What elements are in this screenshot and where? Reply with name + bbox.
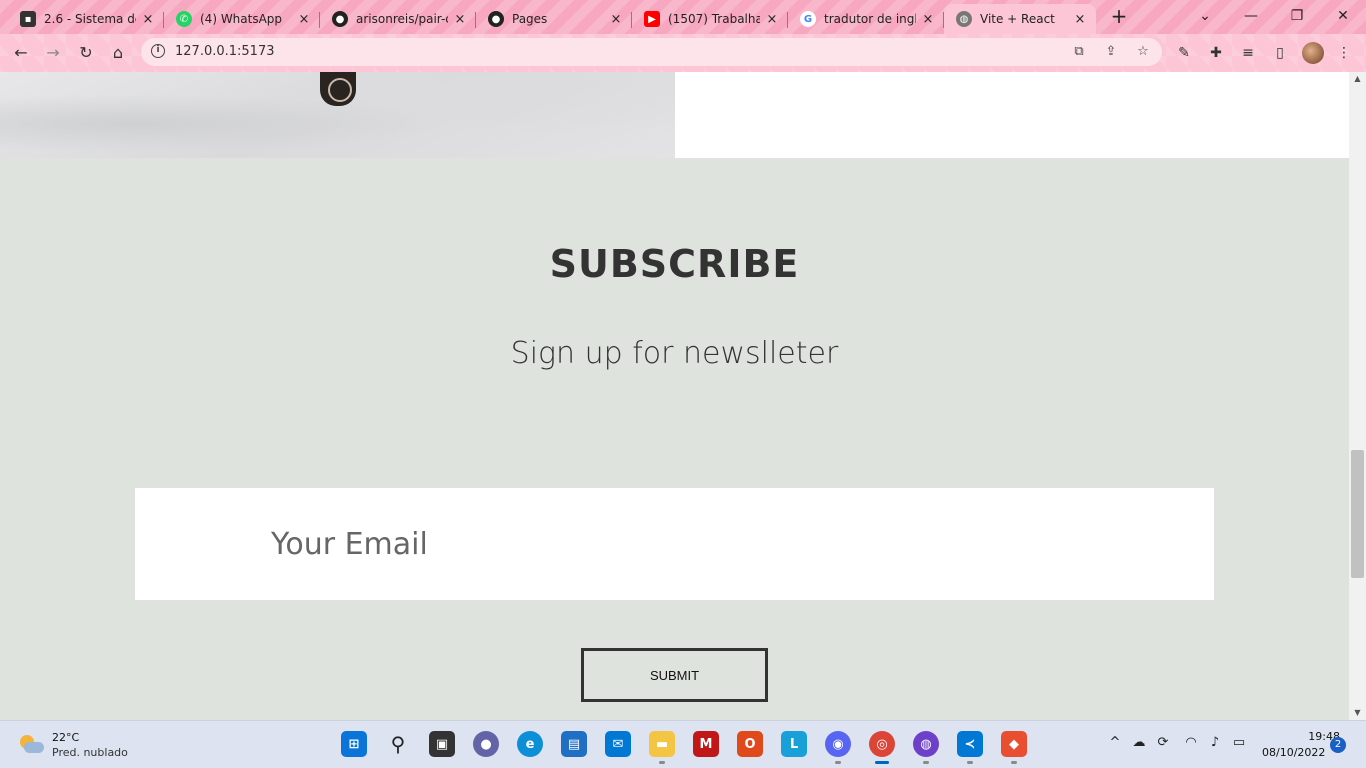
close-window-icon[interactable]: ✕ bbox=[1320, 4, 1366, 28]
sync-icon[interactable]: ⟳ bbox=[1154, 735, 1172, 750]
weather-description[interactable]: Pred. nublado bbox=[52, 746, 128, 759]
profile-avatar[interactable] bbox=[1302, 42, 1324, 64]
close-icon[interactable]: × bbox=[140, 12, 156, 27]
menu-kebab-icon[interactable]: ⋮ bbox=[1334, 43, 1354, 63]
forward-icon[interactable]: → bbox=[41, 41, 65, 65]
store-icon[interactable]: ▤ bbox=[561, 731, 587, 757]
tab-title: (4) WhatsApp bbox=[200, 12, 283, 26]
weather-icon[interactable] bbox=[18, 733, 44, 755]
browser-tab-strip: ▪ 2.6 - Sistema de C × ✆ (4) WhatsApp × … bbox=[0, 0, 1366, 34]
mcafee-icon[interactable]: M bbox=[693, 731, 719, 757]
globe-icon: ◍ bbox=[956, 11, 972, 27]
hero-text-panel bbox=[675, 72, 1349, 158]
url-text[interactable]: 127.0.0.1:5173 bbox=[175, 44, 275, 59]
subscribe-description: Sign up for newslleter bbox=[510, 336, 839, 371]
submit-button[interactable]: SUBMIT bbox=[581, 648, 768, 702]
tab-whatsapp[interactable]: ✆ (4) WhatsApp × bbox=[164, 4, 320, 34]
tab-title: arisonreis/pair-ca bbox=[356, 12, 448, 26]
close-icon[interactable]: × bbox=[920, 12, 936, 27]
google-icon: G bbox=[800, 11, 816, 27]
l-app-icon[interactable]: L bbox=[781, 731, 807, 757]
chat-icon[interactable]: ● bbox=[473, 731, 499, 757]
translate-icon[interactable]: ⧉ bbox=[1070, 44, 1088, 60]
github-icon: ● bbox=[488, 11, 504, 27]
tab-search-icon[interactable]: ⌄ bbox=[1182, 4, 1228, 28]
tab-sistema[interactable]: ▪ 2.6 - Sistema de C × bbox=[8, 4, 164, 34]
back-icon[interactable]: ← bbox=[9, 41, 33, 65]
chrome-icon[interactable]: ◎ bbox=[869, 731, 895, 764]
tab-title: Pages bbox=[512, 12, 548, 26]
tab-vite-react[interactable]: ◍ Vite + React × bbox=[944, 4, 1096, 34]
weather-temperature[interactable]: 22°C bbox=[52, 731, 79, 744]
tab-github-repo[interactable]: ● arisonreis/pair-ca × bbox=[320, 4, 476, 34]
youtube-icon: ▶ bbox=[644, 11, 660, 27]
close-icon[interactable]: × bbox=[296, 12, 312, 27]
tab-title: Vite + React bbox=[980, 12, 1055, 26]
side-panel-icon[interactable]: ▯ bbox=[1270, 43, 1290, 63]
email-input[interactable] bbox=[135, 488, 1214, 600]
discord-icon[interactable]: ◉ bbox=[825, 731, 851, 764]
share-icon[interactable]: ⇪ bbox=[1102, 44, 1120, 60]
jewelry-charm-image bbox=[320, 72, 356, 106]
battery-icon[interactable]: ▭ bbox=[1230, 735, 1248, 750]
subscribe-title: SUBSCRIBE bbox=[549, 242, 800, 286]
scrollbar-thumb[interactable] bbox=[1351, 450, 1364, 578]
media-control-icon[interactable]: ≡ bbox=[1238, 43, 1258, 63]
edge-icon[interactable]: e bbox=[517, 731, 543, 757]
windows-start-icon[interactable]: ⊞ bbox=[341, 731, 367, 757]
home-icon[interactable]: ⌂ bbox=[106, 41, 130, 65]
github-icon: ● bbox=[332, 11, 348, 27]
notification-badge[interactable]: 2 bbox=[1330, 737, 1346, 753]
github-desktop-icon[interactable]: ◍ bbox=[913, 731, 939, 764]
close-icon[interactable]: × bbox=[608, 12, 624, 27]
volume-icon[interactable]: ♪ bbox=[1206, 735, 1224, 750]
site-info-icon[interactable]: i bbox=[151, 44, 165, 58]
onedrive-icon[interactable]: ☁ bbox=[1130, 735, 1148, 750]
classroom-icon: ▪ bbox=[20, 11, 36, 27]
tab-youtube[interactable]: ▶ (1507) Trabalhan × bbox=[632, 4, 788, 34]
close-icon[interactable]: × bbox=[452, 12, 468, 27]
clock-date[interactable]: 08/10/2022 bbox=[1262, 746, 1325, 759]
extensions-icon[interactable]: ✚ bbox=[1206, 43, 1226, 63]
folder-icon[interactable]: ▬ bbox=[649, 731, 675, 764]
bookmark-star-icon[interactable]: ☆ bbox=[1134, 44, 1152, 60]
wifi-icon[interactable]: ◠ bbox=[1182, 735, 1200, 750]
task-view-icon[interactable]: ▣ bbox=[429, 731, 455, 757]
close-icon[interactable]: × bbox=[764, 12, 780, 27]
tab-title: 2.6 - Sistema de C bbox=[44, 12, 136, 26]
git-icon[interactable]: ◆ bbox=[1001, 731, 1027, 764]
restore-icon[interactable]: ❐ bbox=[1274, 4, 1320, 28]
tab-google-translate[interactable]: G tradutor de inglê × bbox=[788, 4, 944, 34]
browser-toolbar: ← → ↻ ⌂ i 127.0.0.1:5173 ⧉ ⇪ ☆ ✎ ✚ ≡ ▯ ⋮ bbox=[0, 34, 1366, 72]
mail-icon[interactable]: ✉ bbox=[605, 731, 631, 757]
close-icon[interactable]: × bbox=[1072, 12, 1088, 27]
marble-product-image bbox=[0, 72, 675, 158]
new-tab-button[interactable]: + bbox=[1108, 6, 1130, 28]
eyedropper-extension-icon[interactable]: ✎ bbox=[1174, 43, 1194, 63]
subscribe-section: SUBSCRIBE Sign up for newslleter SUBMIT bbox=[0, 158, 1349, 720]
whatsapp-icon: ✆ bbox=[176, 11, 192, 27]
tray-overflow-icon[interactable]: ^ bbox=[1106, 735, 1124, 750]
office-icon[interactable]: O bbox=[737, 731, 763, 757]
vscode-icon[interactable]: ≺ bbox=[957, 731, 983, 764]
page-scrollbar[interactable]: ▲ ▼ bbox=[1349, 72, 1366, 720]
tab-pages[interactable]: ● Pages × bbox=[476, 4, 632, 34]
tab-title: (1507) Trabalhan bbox=[668, 12, 760, 26]
windows-taskbar: 22°C Pred. nublado ⊞ ⚲ ▣ ● e ▤ ✉ ▬ M O L… bbox=[0, 720, 1366, 768]
address-bar[interactable]: i 127.0.0.1:5173 ⧉ ⇪ ☆ bbox=[141, 38, 1162, 66]
tab-title: tradutor de inglê bbox=[824, 12, 916, 26]
scroll-up-icon[interactable]: ▲ bbox=[1349, 72, 1366, 86]
search-icon[interactable]: ⚲ bbox=[385, 731, 411, 757]
reload-icon[interactable]: ↻ bbox=[74, 41, 98, 65]
minimize-icon[interactable]: — bbox=[1228, 4, 1274, 28]
scroll-down-icon[interactable]: ▼ bbox=[1349, 706, 1366, 720]
page-viewport: SUBSCRIBE Sign up for newslleter SUBMIT bbox=[0, 72, 1349, 720]
